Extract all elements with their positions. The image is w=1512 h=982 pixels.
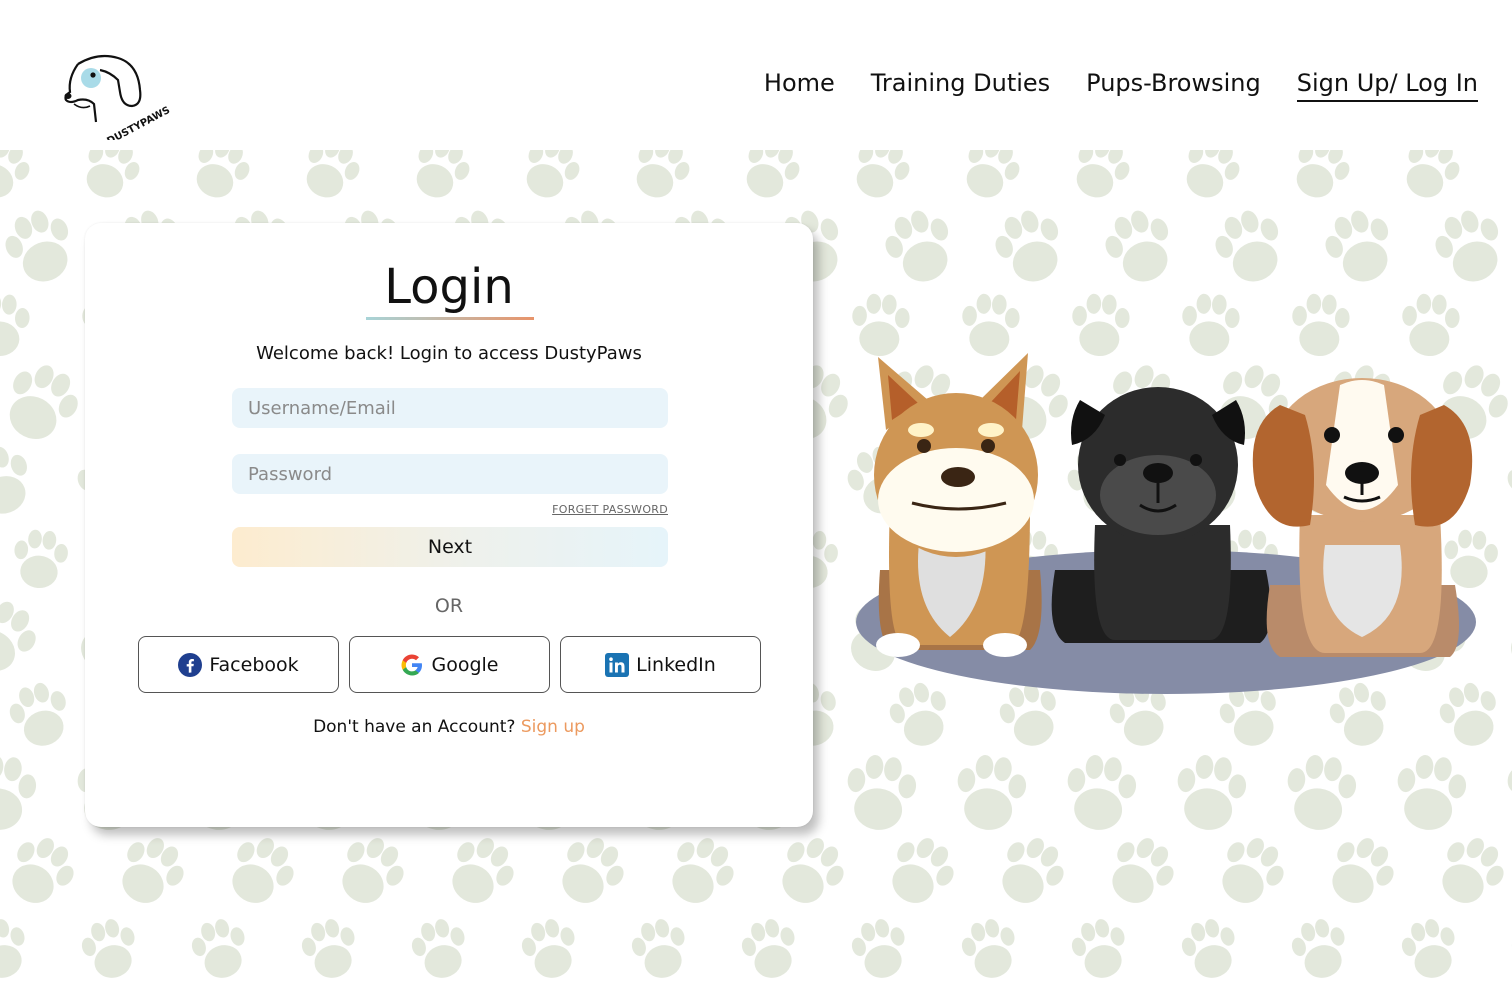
- signup-prompt: Don't have an Account? Sign up: [85, 717, 813, 737]
- main-nav: Home Training Duties Pups-Browsing Sign …: [764, 68, 1478, 102]
- pug-dog-icon: [1051, 387, 1271, 643]
- title-underline: [366, 317, 534, 320]
- signup-link[interactable]: Sign up: [521, 717, 585, 737]
- login-card: Login Welcome back! Login to access Dust…: [85, 223, 813, 827]
- linkedin-icon: [605, 652, 630, 677]
- linkedin-label: LinkedIn: [636, 653, 716, 676]
- next-button[interactable]: Next: [232, 527, 668, 567]
- login-subtitle: Welcome back! Login to access DustyPaws: [256, 343, 642, 364]
- facebook-login-button[interactable]: Facebook: [138, 636, 339, 693]
- or-divider: OR: [434, 595, 464, 617]
- svg-text:DUSTYPAWS: DUSTYPAWS: [105, 105, 170, 140]
- facebook-icon: [178, 652, 203, 677]
- google-icon: [401, 654, 423, 675]
- nav-pups-browsing[interactable]: Pups-Browsing: [1086, 68, 1261, 102]
- signup-prompt-text: Don't have an Account?: [313, 717, 516, 737]
- dustypaws-logo[interactable]: DUSTYPAWS: [60, 50, 172, 147]
- nav-training-duties[interactable]: Training Duties: [871, 68, 1050, 102]
- facebook-label: Facebook: [209, 653, 299, 676]
- login-title: Login: [384, 259, 514, 315]
- beagle-dog-icon: [1252, 378, 1473, 657]
- nav-signup-login[interactable]: Sign Up/ Log In: [1296, 68, 1478, 102]
- forget-password-link[interactable]: FORGET PASSWORD: [548, 503, 668, 516]
- username-input[interactable]: [232, 388, 668, 428]
- google-login-button[interactable]: Google: [349, 636, 550, 693]
- shiba-dog-icon: [874, 353, 1042, 657]
- password-input[interactable]: [232, 454, 668, 494]
- nav-home[interactable]: Home: [764, 68, 835, 102]
- google-label: Google: [431, 653, 499, 676]
- three-dogs-illustration: [856, 353, 1476, 694]
- beagle-logo-icon: DUSTYPAWS: [64, 54, 172, 147]
- linkedin-login-button[interactable]: LinkedIn: [560, 636, 761, 693]
- site-header: DUSTYPAWS Home Training Duties Pups-Brow…: [0, 0, 1512, 150]
